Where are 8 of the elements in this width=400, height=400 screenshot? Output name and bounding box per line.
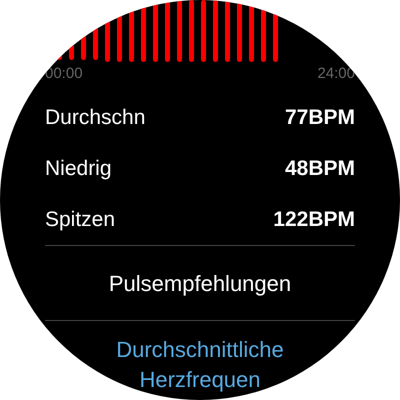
stat-label: Spitzen xyxy=(45,206,116,233)
stat-label: Durchschn xyxy=(45,104,146,131)
menu-link[interactable]: Durchschnittliche Herzfrequen xyxy=(116,335,284,395)
stat-value: 77BPM xyxy=(284,104,355,131)
stat-value: 122BPM xyxy=(273,206,355,233)
stat-label: Niedrig xyxy=(45,156,112,182)
menu-item[interactable]: Pulsempfehlungen xyxy=(108,266,292,300)
stat-value: 48BPM xyxy=(284,156,355,182)
